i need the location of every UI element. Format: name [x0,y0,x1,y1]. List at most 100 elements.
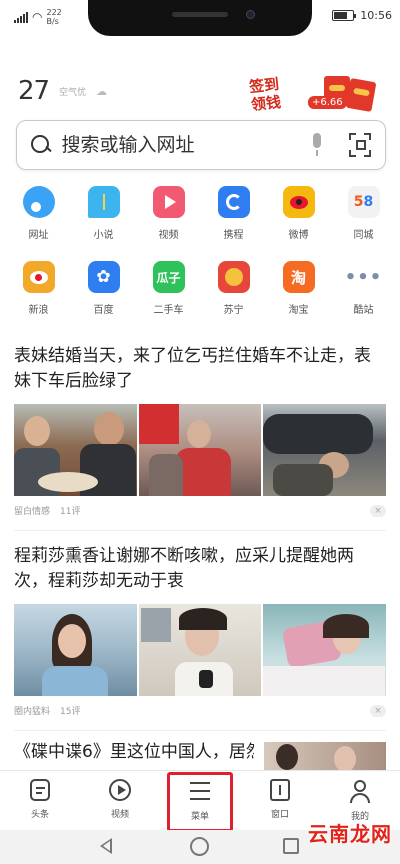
news-title: 表妹结婚当天，来了位乞丐拦住婚车不让走，表妹下车后脸绿了 [14,346,371,391]
guazi-icon: 瓜子 [152,261,185,293]
news-comments: 11评 [60,507,81,517]
window-icon [270,779,290,801]
news-title: 《碟中谍6》里这位中国人，居然 [14,742,254,762]
shortcut-xiecheng[interactable]: 携程 [201,186,266,241]
nav-label: 窗口 [270,810,289,820]
menu-highlight-box [167,772,233,832]
news-thumbnail [264,742,386,772]
shortcut-label: 新浪 [28,305,49,316]
recents-icon[interactable] [283,838,299,854]
news-meta: 留白情感 11评 × [14,504,386,517]
shortcut-suning[interactable]: 苏宁 [201,261,266,316]
search-bar[interactable] [16,120,386,170]
network-speed: 222 B/s [46,8,62,26]
search-icon [31,135,50,155]
scan-icon[interactable] [348,133,371,157]
circle-dot-icon [22,186,55,218]
earpiece-grill [172,12,228,17]
news-photos [14,604,387,696]
battery-icon [332,10,357,21]
microphone-icon[interactable] [305,131,327,159]
shortcut-label: 同城 [353,230,374,241]
news-photo [263,404,387,496]
home-icon[interactable] [190,837,209,856]
divider [14,730,386,731]
play-icon [152,186,185,218]
news-item[interactable]: 程莉莎熏香让谢娜不断咳嗽，应采儿提醒她两次，程莉莎却无动于衷 圈内猛料 15评 … [14,544,387,717]
sina-eye-icon [22,261,55,293]
status-right: 10:56 [332,9,392,22]
weather-cloud-icon: ☁ [96,84,108,98]
refresh-c-icon [217,186,250,218]
play-circle-icon [109,779,131,801]
news-photo [138,604,262,696]
watermark-logo: 云南龙网 [308,822,392,846]
dismiss-icon[interactable]: × [370,504,386,517]
news-title: 程莉莎熏香让谢娜不断咳嗽，应采儿提醒她两次，程莉莎却无动于衷 [14,546,354,591]
news-source: 留白情感 [14,507,51,517]
red-envelope-icon [345,77,377,113]
shortcut-kuzhan[interactable]: ••• 酷站 [331,261,396,316]
news-photos [14,404,387,496]
nav-headlines[interactable]: 头条 [0,771,80,828]
search-input[interactable] [61,134,305,156]
shortcut-xiaoshuo[interactable]: 小说 [71,186,136,241]
air-quality: 空气优 [59,87,87,98]
promo-amount: +6.66 [308,96,347,109]
58-icon: 58 [347,186,380,218]
shortcut-label: 苏宁 [223,305,244,316]
news-item[interactable]: 表妹结婚当天，来了位乞丐拦住婚车不让走，表妹下车后脸绿了 留白情感 11评 × [14,344,387,517]
nav-label: 视频 [110,810,129,820]
tao-icon: 淘 [282,261,315,293]
news-photo [14,604,137,696]
status-left: ◠ 222 B/s [14,8,62,26]
news-comments: 15评 [60,707,81,717]
divider [14,530,386,531]
temperature: 27 [18,76,50,106]
news-photo [14,404,137,496]
shortcut-label: 携程 [223,230,244,241]
news-photo [263,604,387,696]
dismiss-icon[interactable]: × [370,704,386,717]
weibo-eye-icon [282,186,315,218]
lion-icon [217,261,250,293]
shortcut-xinlang[interactable]: 新浪 [6,261,71,316]
shortcut-taobao[interactable]: 淘 淘宝 [266,261,331,316]
nav-label: 头条 [30,810,49,820]
news-meta: 圈内猛料 15评 × [14,704,386,717]
news-photo [138,404,262,496]
shortcut-label: 淘宝 [288,305,309,316]
front-camera [246,10,255,19]
shortcut-tongcheng[interactable]: 58 同城 [331,186,396,241]
shortcut-label: 小说 [93,230,114,241]
headlines-icon [30,779,50,801]
shortcut-weibo[interactable]: 微博 [266,186,331,241]
clock: 10:56 [360,9,392,22]
shortcut-shipin[interactable]: 视频 [136,186,201,241]
shortcut-label: 百度 [93,305,114,316]
camera-notch [88,0,312,36]
nav-video[interactable]: 视频 [80,771,160,828]
shortcut-label: 网址 [28,230,49,241]
cell-signal-icon [14,11,28,23]
news-item[interactable]: 《碟中谍6》里这位中国人，居然 [14,740,386,772]
shortcut-label: 视频 [158,230,179,241]
weather-widget[interactable]: 27 空气优 ☁ [18,76,107,106]
shortcut-label: 微博 [288,230,309,241]
shortcut-ershouche[interactable]: 瓜子 二手车 [136,261,201,316]
news-source: 圈内猛料 [14,707,51,717]
shortcut-baidu[interactable]: ✿ 百度 [71,261,136,316]
more-dots-icon: ••• [345,261,381,293]
user-icon [348,779,372,803]
shortcut-label: 二手车 [153,305,184,316]
promo-text: 签到领钱 [248,75,282,114]
shortcut-label: 酷站 [353,305,374,316]
shortcut-wangzhi[interactable]: 网址 [6,186,71,241]
wifi-icon: ◠ [32,10,43,24]
status-bar: ◠ 222 B/s 10:56 [0,0,400,36]
paw-icon: ✿ [87,261,120,293]
shortcut-grid: 网址 小说 视频 携程 微博 58 同城 新浪 ✿ 百度 瓜子 二手车 苏宁 淘… [6,186,396,316]
checkin-promo-banner[interactable]: 签到领钱 +6.66 [244,70,377,120]
back-icon-inner [103,841,110,851]
speech-bubble-icon [87,186,120,218]
